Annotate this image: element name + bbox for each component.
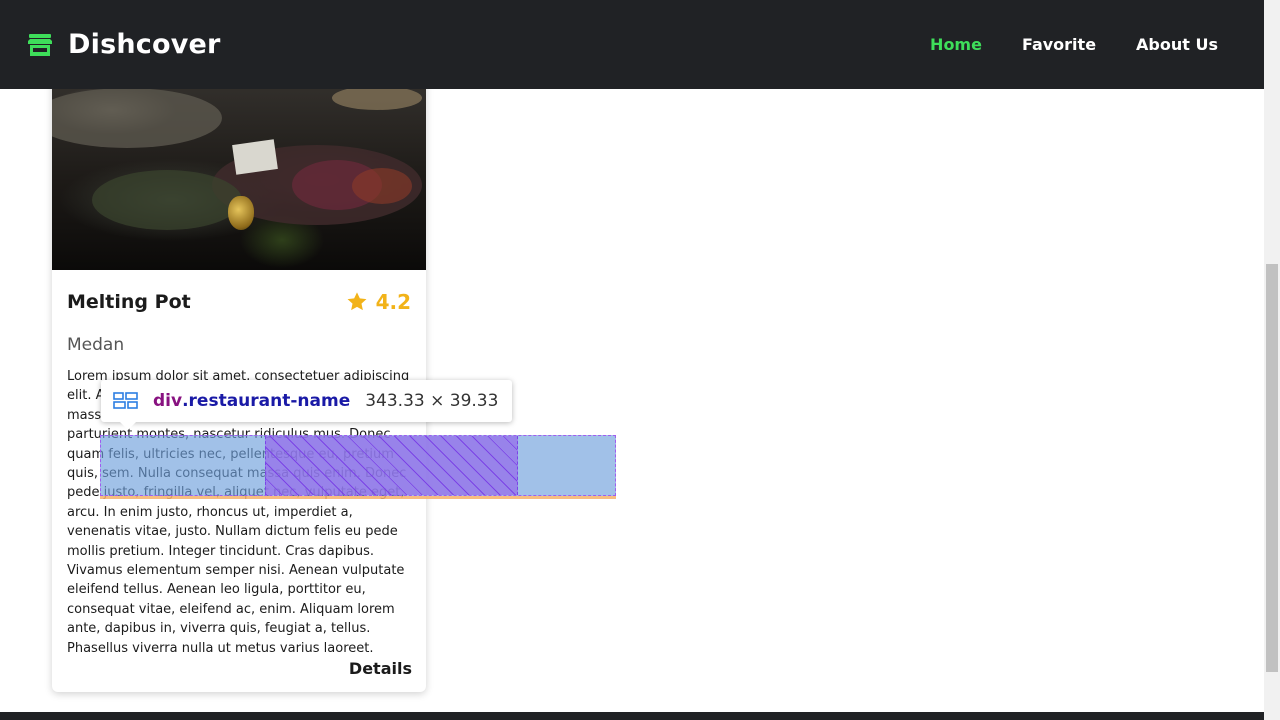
- tooltip-size: 343.33 × 39.33: [365, 391, 499, 411]
- restaurant-title: Melting Pot: [67, 291, 191, 313]
- restaurant-city: Medan: [67, 335, 125, 355]
- restaurant-card: Melting Pot 4.2 Medan Lorem ipsum dolor …: [52, 50, 426, 692]
- store-icon: [28, 33, 52, 56]
- restaurant-name: Melting Pot 4.2: [67, 290, 411, 314]
- element-highlight-margin: [100, 496, 616, 499]
- footer: [0, 712, 1264, 720]
- rating: 4.2: [346, 290, 411, 314]
- grid-layout-icon: [113, 392, 138, 409]
- element-highlight-gap: [265, 436, 518, 495]
- rating-value: 4.2: [375, 290, 411, 314]
- nav-about-us[interactable]: About Us: [1136, 35, 1218, 54]
- page-scrollbar[interactable]: [1264, 0, 1280, 720]
- details-link[interactable]: Details: [349, 659, 412, 678]
- brand[interactable]: Dishcover: [27, 29, 221, 60]
- tooltip-tag: div: [153, 391, 183, 411]
- scrollbar-thumb[interactable]: [1266, 264, 1278, 672]
- brand-name: Dishcover: [68, 29, 221, 60]
- devtools-tooltip: div .restaurant-name 343.33 × 39.33: [101, 380, 513, 430]
- element-highlight: [100, 435, 616, 496]
- nav-favorite[interactable]: Favorite: [1022, 35, 1096, 54]
- nav-home[interactable]: Home: [930, 35, 982, 54]
- tooltip-class: .restaurant-name: [182, 391, 351, 411]
- star-icon: [347, 292, 367, 311]
- app-header: Dishcover Home Favorite About Us: [0, 0, 1264, 89]
- tooltip-arrow: [119, 421, 137, 430]
- main-nav: Home Favorite About Us: [890, 35, 1218, 54]
